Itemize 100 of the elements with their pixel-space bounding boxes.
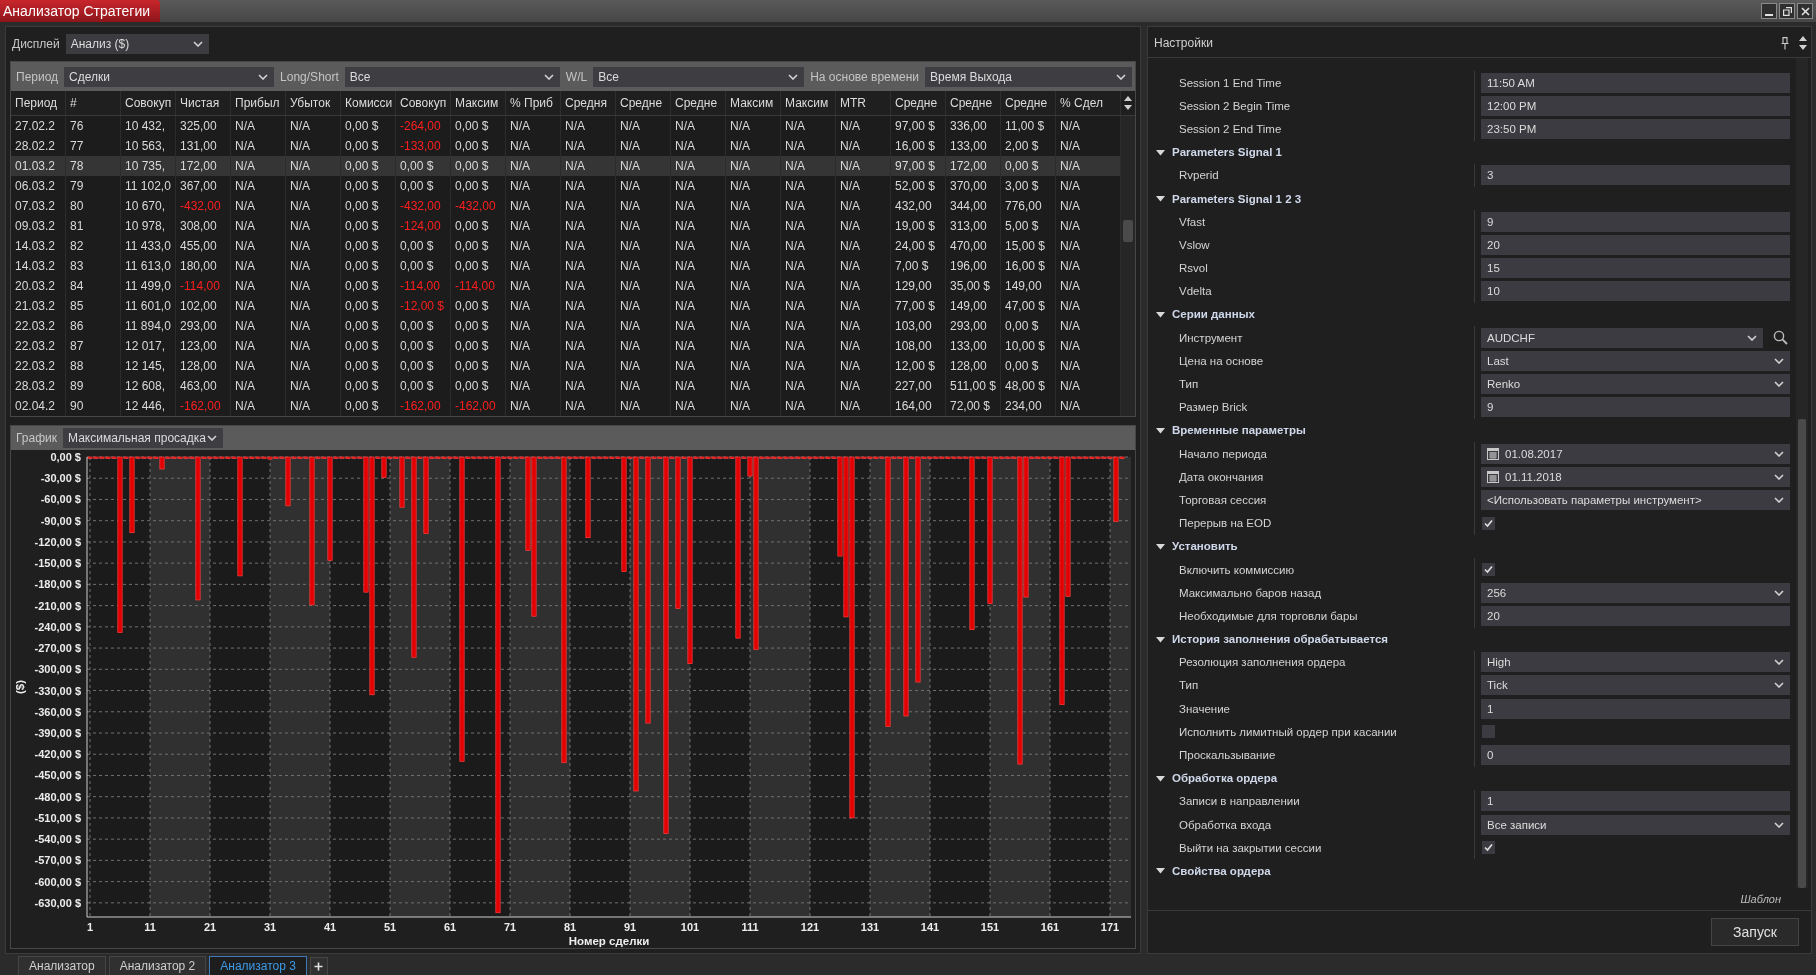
property-label: Исполнить лимитный ордер при касании bbox=[1179, 725, 1397, 738]
column-header[interactable]: Период bbox=[11, 91, 66, 115]
column-header[interactable]: % Приб bbox=[506, 91, 561, 115]
triangle-icon[interactable] bbox=[1156, 634, 1165, 644]
category-label[interactable]: Обработка ордера bbox=[1172, 772, 1278, 785]
category-label[interactable]: История заполнения обрабатывается bbox=[1172, 633, 1389, 646]
column-header[interactable]: MTR bbox=[836, 91, 891, 115]
property-label: Выйти на закрытии сессии bbox=[1179, 841, 1322, 854]
triangle-icon[interactable] bbox=[1156, 194, 1165, 204]
filter-dropdown[interactable]: Сделки bbox=[64, 66, 275, 87]
scrollbar-thumb[interactable] bbox=[1798, 419, 1806, 888]
x-tick-label: 71 bbox=[503, 921, 517, 933]
column-header[interactable]: Средне bbox=[891, 91, 946, 115]
text-field[interactable]: 20 bbox=[1481, 605, 1790, 626]
minimize-button[interactable] bbox=[1761, 3, 1777, 19]
dropdown[interactable]: <Использовать параметры инструмент> bbox=[1481, 489, 1790, 510]
category-label[interactable]: Временные параметры bbox=[1172, 424, 1306, 437]
category-label[interactable]: Установить bbox=[1172, 540, 1238, 553]
checkbox[interactable] bbox=[1482, 841, 1495, 855]
dropdown[interactable]: High bbox=[1481, 652, 1790, 673]
text-field[interactable]: 23:50 PM bbox=[1481, 118, 1790, 139]
text-field[interactable]: 11:50 AM bbox=[1481, 72, 1790, 93]
category-label[interactable]: Свойства ордера bbox=[1172, 864, 1271, 877]
triangle-icon[interactable] bbox=[1156, 147, 1165, 157]
template-link[interactable]: Шаблон bbox=[1740, 893, 1781, 905]
x-tick-label: 11 bbox=[144, 921, 156, 933]
triangle-icon[interactable] bbox=[1156, 309, 1165, 319]
column-header[interactable]: Совокуп bbox=[396, 91, 451, 115]
text-field[interactable]: 10 bbox=[1481, 281, 1790, 302]
dropdown[interactable]: 256 bbox=[1481, 582, 1790, 603]
column-header[interactable]: % Сдел bbox=[1056, 91, 1121, 115]
column-header[interactable]: Чистая bbox=[176, 91, 231, 115]
table-row[interactable]: 01.03.2 78 10 735, 172,00 N/A N/A 0,00 $ 0,00 $ 0,00 $ N/A N/A N/A N/A N/A N/A N/A 97,00 $ 172,00 0,00 $ N/A bbox=[11, 156, 1121, 176]
dropdown[interactable]: Last bbox=[1481, 350, 1790, 371]
x-tick-label: 131 bbox=[860, 921, 880, 933]
text-field[interactable]: 20 bbox=[1481, 234, 1790, 255]
text-field[interactable]: 12:00 PM bbox=[1481, 95, 1790, 116]
column-header[interactable]: # bbox=[66, 91, 121, 115]
tab[interactable]: Анализатор 2 bbox=[108, 956, 207, 975]
display-dropdown[interactable]: Анализ ($) bbox=[65, 34, 209, 54]
search-icon[interactable] bbox=[1773, 330, 1788, 346]
column-header[interactable]: Максим bbox=[726, 91, 781, 115]
date-picker[interactable]: 01.11.2018 bbox=[1481, 466, 1790, 487]
scrollbar[interactable] bbox=[1121, 116, 1135, 416]
triangle-icon[interactable] bbox=[1156, 541, 1165, 551]
column-header[interactable]: Совокуп bbox=[121, 91, 176, 115]
tab[interactable]: Анализатор bbox=[18, 956, 106, 975]
text-field[interactable]: 3 bbox=[1481, 165, 1790, 186]
column-header[interactable]: Средня bbox=[561, 91, 616, 115]
date-picker[interactable]: 01.08.2017 bbox=[1481, 443, 1790, 464]
text-field[interactable]: 0 bbox=[1481, 745, 1790, 766]
text-field[interactable]: 15 bbox=[1481, 258, 1790, 279]
category-label[interactable]: Parameters Signal 1 bbox=[1172, 146, 1282, 159]
dropdown[interactable]: Renko bbox=[1481, 374, 1790, 395]
filter-dropdown[interactable]: Все bbox=[344, 66, 560, 87]
triangle-icon[interactable] bbox=[1156, 425, 1165, 435]
checkbox[interactable] bbox=[1482, 516, 1495, 530]
chart-label: График bbox=[16, 431, 57, 445]
scrollbar[interactable] bbox=[1796, 58, 1808, 888]
column-header[interactable]: Средне bbox=[946, 91, 1001, 115]
text-field[interactable]: 9 bbox=[1481, 211, 1790, 232]
scrollbar-thumb[interactable] bbox=[1123, 220, 1133, 242]
column-header[interactable]: Комисси bbox=[341, 91, 396, 115]
category-label[interactable]: Parameters Signal 1 2 3 bbox=[1172, 192, 1302, 205]
table-cell: -162,00 bbox=[396, 396, 451, 416]
x-tick-label: 101 bbox=[680, 921, 700, 933]
column-header[interactable]: Максим bbox=[451, 91, 506, 115]
column-header[interactable]: Прибыл bbox=[231, 91, 286, 115]
dropdown[interactable]: Все записи bbox=[1481, 814, 1790, 835]
restore-button[interactable] bbox=[1779, 3, 1795, 19]
add-tab-button[interactable] bbox=[309, 957, 328, 975]
column-header[interactable]: Средне bbox=[1001, 91, 1056, 115]
dropdown[interactable]: AUDCHF bbox=[1481, 327, 1763, 348]
close-button[interactable] bbox=[1797, 3, 1813, 19]
property-label: Rsvol bbox=[1179, 262, 1208, 275]
pin-icon[interactable] bbox=[1781, 36, 1789, 50]
chart-dropdown[interactable]: Максимальная просадка bbox=[63, 428, 223, 448]
column-header[interactable]: Максим bbox=[781, 91, 836, 115]
scroll-arrows-icon[interactable] bbox=[1799, 35, 1807, 51]
run-button[interactable]: Запуск bbox=[1711, 918, 1799, 946]
column-header[interactable]: Средне bbox=[671, 91, 726, 115]
text-field[interactable]: 9 bbox=[1481, 397, 1790, 418]
dropdown[interactable]: Tick bbox=[1481, 675, 1790, 696]
y-tick-label: -120,00 $ bbox=[34, 535, 81, 548]
checkbox[interactable] bbox=[1482, 563, 1495, 577]
table-cell: 234,00 bbox=[1001, 396, 1056, 416]
filter-dropdown[interactable]: Все bbox=[593, 66, 805, 87]
text-field[interactable]: 1 bbox=[1481, 791, 1790, 812]
filter-dropdown[interactable]: Время Выхода bbox=[925, 66, 1133, 87]
tab[interactable]: Анализатор 3 bbox=[209, 956, 307, 975]
text-field[interactable]: 1 bbox=[1481, 698, 1790, 719]
column-header[interactable]: Убыток bbox=[286, 91, 341, 115]
triangle-icon[interactable] bbox=[1156, 773, 1165, 783]
triangle-icon[interactable] bbox=[1156, 866, 1165, 876]
property-label: Перерыв на EOD bbox=[1179, 517, 1272, 530]
category-label[interactable]: Серии данных bbox=[1172, 308, 1255, 321]
y-tick-label: -240,00 $ bbox=[34, 620, 81, 633]
checkbox[interactable] bbox=[1482, 725, 1495, 739]
column-header[interactable]: Средне bbox=[616, 91, 671, 115]
scroll-arrows-icon[interactable] bbox=[1124, 95, 1132, 111]
